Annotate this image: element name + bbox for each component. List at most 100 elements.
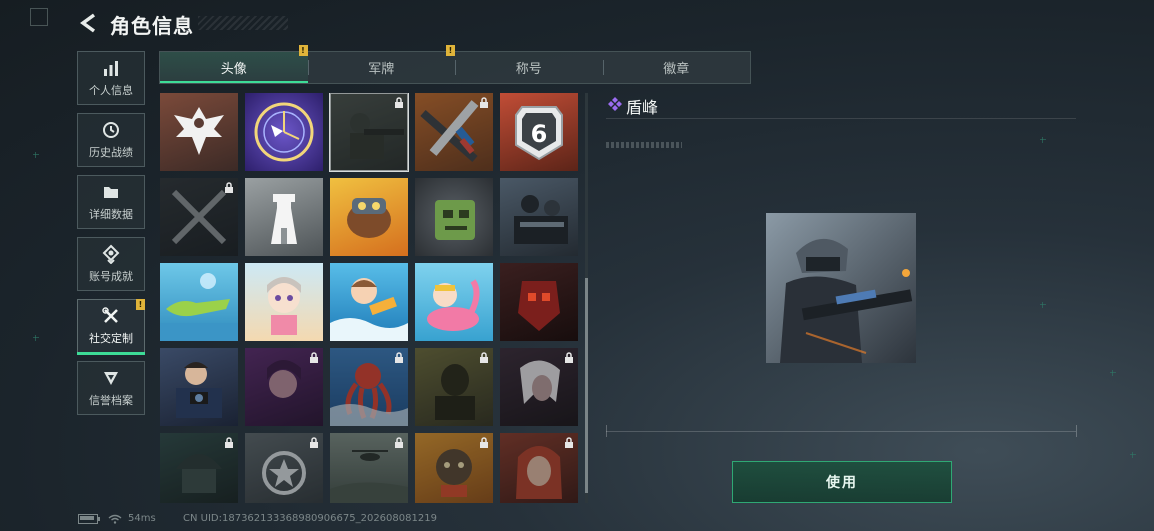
grid-mark <box>1110 370 1116 376</box>
lock-icon <box>480 437 488 448</box>
chevron-left-icon <box>80 13 96 33</box>
nav-item-history[interactable]: 历史战绩 <box>77 113 145 167</box>
nav-item-personal-info[interactable]: 个人信息 <box>77 51 145 105</box>
avatar-item[interactable] <box>330 433 408 503</box>
lock-icon <box>480 97 488 108</box>
svg-text:6: 6 <box>531 120 548 148</box>
avatar-preview <box>766 213 916 363</box>
battery-icon <box>78 513 100 524</box>
photographer-avatar-icon <box>176 362 222 418</box>
avatar-item[interactable] <box>330 263 408 341</box>
avatar-item[interactable] <box>245 433 323 503</box>
soldier-preview-image <box>766 213 916 363</box>
lock-icon <box>395 97 403 108</box>
nav-label: 社交定制 <box>89 332 133 345</box>
tab-label: 称号 <box>515 62 542 77</box>
avatar-item[interactable] <box>329 93 409 172</box>
avatar-item[interactable] <box>330 178 408 256</box>
scrollbar-thumb[interactable] <box>585 278 588 493</box>
avatar-item[interactable] <box>160 263 238 341</box>
shield-icon <box>104 372 118 385</box>
page-title: 角色信息 <box>110 14 194 38</box>
nav-label: 信誉档案 <box>89 394 133 407</box>
grid-mark <box>33 335 39 341</box>
tab-avatar[interactable]: 头像 ! <box>160 45 308 83</box>
avatar-item[interactable] <box>500 433 578 503</box>
description-placeholder <box>606 142 682 148</box>
use-button[interactable]: 使用 <box>732 461 952 503</box>
lock-icon <box>310 352 318 363</box>
status-bar: 54ms <box>78 513 156 524</box>
nav-label: 账号成就 <box>89 270 133 283</box>
purple-diamond-icon <box>608 97 622 111</box>
grid-mark <box>33 152 39 158</box>
lock-icon <box>225 437 233 448</box>
nav-item-detail-data[interactable]: 详细数据 <box>77 175 145 229</box>
achievement-icon <box>102 244 120 264</box>
avatar-item[interactable] <box>330 348 408 426</box>
wifi-icon <box>108 514 122 524</box>
eagle-emblem-avatar-icon <box>174 107 224 155</box>
nav-label: 详细数据 <box>89 208 133 221</box>
clock-bird-avatar-icon <box>254 102 314 162</box>
wrench-icon <box>102 307 118 323</box>
tab-badge[interactable]: 徽章 <box>602 52 751 83</box>
flamingo-float-avatar-icon <box>427 279 480 331</box>
lock-icon <box>395 352 403 363</box>
green-robot-avatar-icon <box>435 200 475 240</box>
tab-label: 头像 <box>220 62 247 77</box>
divider <box>606 118 1076 119</box>
tab-dogtag[interactable]: 军牌 ! <box>307 45 455 83</box>
avatar-item[interactable] <box>160 93 238 171</box>
back-button[interactable] <box>78 12 100 34</box>
divider-tick <box>1076 425 1077 437</box>
white-tower-avatar-icon <box>271 194 297 244</box>
lock-icon <box>565 352 573 363</box>
avatar-item[interactable] <box>160 433 238 503</box>
lock-icon <box>310 437 318 448</box>
bar-chart-icon <box>104 61 118 76</box>
avatar-item[interactable] <box>415 93 493 171</box>
avatar-item[interactable] <box>415 178 493 256</box>
alert-badge: ! <box>136 299 145 310</box>
avatar-item[interactable] <box>245 263 323 341</box>
beach-girl-avatar-icon <box>267 277 301 335</box>
avatar-item[interactable] <box>415 263 493 341</box>
corner-frame-icon <box>30 8 48 26</box>
tab-label: 军牌 <box>368 62 395 77</box>
avatar-item[interactable] <box>500 178 578 256</box>
avatar-item[interactable] <box>415 348 493 426</box>
avatar-item[interactable] <box>245 348 323 426</box>
avatar-item[interactable]: 6 <box>500 93 578 171</box>
lock-icon <box>480 352 488 363</box>
side-nav: 个人信息 历史战绩 详细数据 账号成就 ! 社交定制 信誉档案 <box>77 51 145 423</box>
lock-icon <box>395 437 403 448</box>
category-tabs: 头像 ! 军牌 ! 称号 徽章 <box>159 45 751 84</box>
nav-item-social-custom[interactable]: ! 社交定制 <box>77 299 145 355</box>
cartoon-creature-avatar-icon <box>347 198 391 238</box>
avatar-item[interactable] <box>500 263 578 341</box>
grid-mark <box>1130 452 1136 458</box>
history-icon <box>103 122 119 138</box>
lock-icon <box>565 437 573 448</box>
tab-label: 徽章 <box>663 62 690 77</box>
avatar-item[interactable] <box>500 348 578 426</box>
folder-icon <box>104 187 118 198</box>
avatar-item[interactable] <box>245 178 323 256</box>
avatar-item[interactable] <box>160 348 238 426</box>
nav-label: 个人信息 <box>89 84 133 97</box>
crocodile-float-avatar-icon <box>160 273 238 341</box>
avatar-scrollbar[interactable] <box>585 93 588 503</box>
grid-mark <box>1040 137 1046 143</box>
lock-icon <box>225 182 233 193</box>
grid-mark <box>1040 302 1046 308</box>
nav-item-achievements[interactable]: 账号成就 <box>77 237 145 291</box>
tab-title[interactable]: 称号 <box>455 52 603 83</box>
avatar-item[interactable] <box>160 178 238 256</box>
avatar-item[interactable] <box>415 433 493 503</box>
nav-item-reputation[interactable]: 信誉档案 <box>77 361 145 415</box>
surfer-kid-avatar-icon <box>330 278 408 341</box>
avatar-item[interactable] <box>245 93 323 171</box>
alert-badge: ! <box>298 45 308 56</box>
ping-value: 54ms <box>128 513 156 524</box>
